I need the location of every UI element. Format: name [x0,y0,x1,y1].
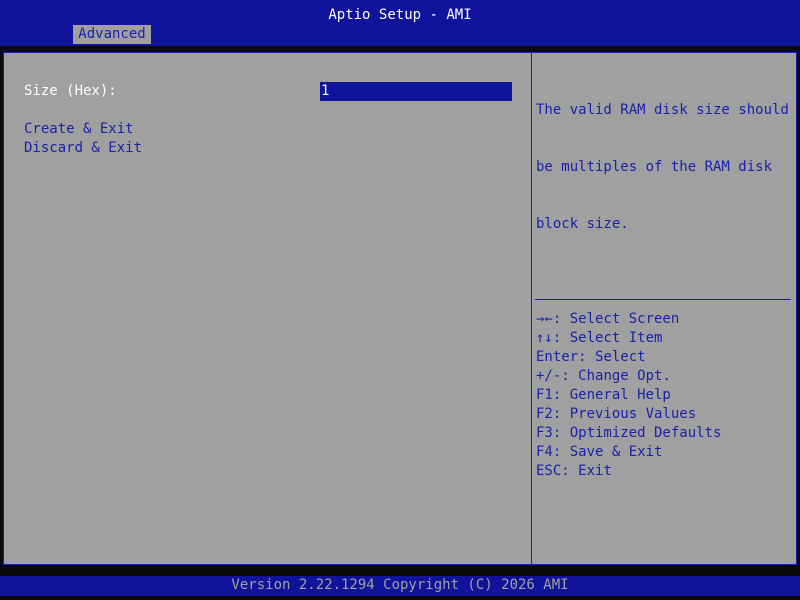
help-line: block size. [536,216,629,232]
key-f3: F3: Optimized Defaults [536,425,722,441]
create-exit-item[interactable]: Create & Exit [24,120,134,139]
help-divider [535,299,791,300]
key-legend: →←: Select Screen ↑↓: Select Item Enter:… [536,310,791,481]
discard-exit-item[interactable]: Discard & Exit [24,139,142,158]
help-description: The valid RAM disk size should be multip… [536,63,791,272]
tab-advanced[interactable]: Advanced [73,25,151,44]
key-f2: F2: Previous Values [536,406,697,422]
key-select-item: ↑↓: Select Item [536,330,663,346]
arrows-up-down-icon: ↑↓ [536,330,553,346]
app-title: Aptio Setup - AMI [328,7,472,23]
help-line: be multiples of the RAM disk [536,159,773,175]
size-hex-label: Size (Hex): [24,83,117,99]
size-hex-input[interactable]: 1 [320,82,512,101]
key-esc: ESC: Exit [536,463,612,479]
key-f4: F4: Save & Exit [536,444,663,460]
key-f1: F1: General Help [536,387,671,403]
key-select-screen: →←: Select Screen [536,311,680,327]
key-change-opt: +/-: Change Opt. [536,368,671,384]
title-bar: Aptio Setup - AMI Advanced [0,0,800,46]
help-panel: The valid RAM disk size should be multip… [532,52,797,565]
help-line: The valid RAM disk size should [536,102,789,118]
arrows-left-right-icon: →← [536,311,553,327]
footer-version: Version 2.22.1294 Copyright (C) 2026 AMI [0,576,800,596]
key-enter: Enter: Select [536,349,646,365]
main-panel: Size (Hex): 1 Create & Exit Discard & Ex… [3,52,532,565]
